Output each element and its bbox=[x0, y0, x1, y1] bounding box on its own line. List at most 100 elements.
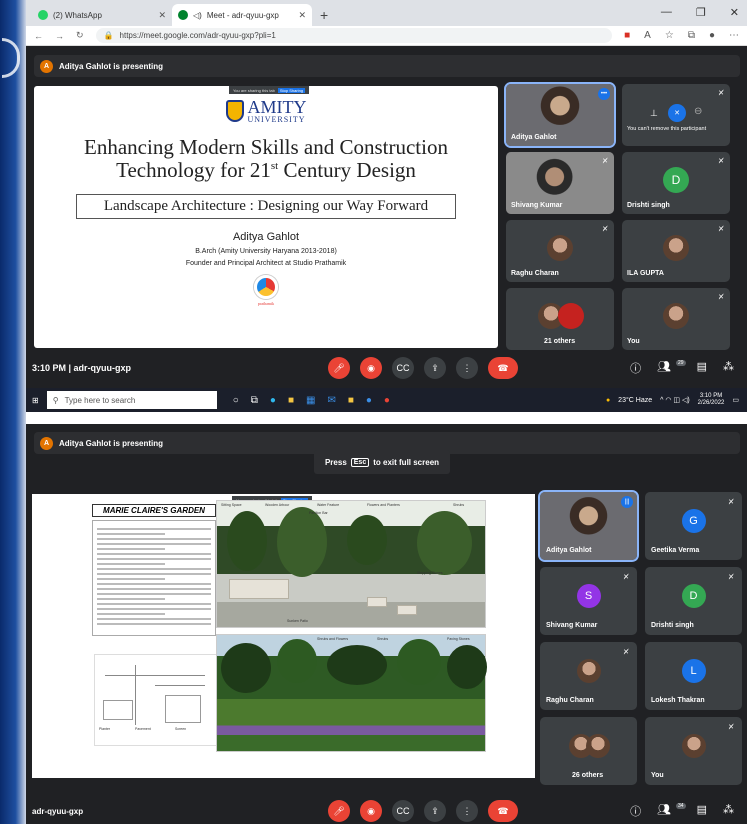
profile-icon[interactable]: ● bbox=[709, 30, 715, 41]
calendar-icon[interactable]: ▦ bbox=[306, 395, 315, 406]
people-icon[interactable]: 👥︎ 34 bbox=[657, 803, 686, 819]
system-clock[interactable]: 3:10 PM 2/26/2022 bbox=[698, 393, 725, 406]
sharing-text: You are sharing this tab bbox=[233, 87, 275, 93]
participant-tile[interactable]: ✕̸ G Geetika Verma bbox=[645, 492, 742, 560]
close-tab-icon[interactable]: ✕ bbox=[298, 10, 306, 21]
mic-off-icon: ✕̸ bbox=[728, 499, 734, 506]
more-options-button[interactable]: ⋮ bbox=[456, 800, 478, 822]
author-name: Aditya Gahlot bbox=[232, 231, 300, 244]
cortana-icon[interactable]: ○ bbox=[233, 395, 239, 406]
forward-icon[interactable]: → bbox=[55, 31, 64, 41]
participant-name: Raghu Charan bbox=[511, 270, 559, 277]
presenting-banner: A Aditya Gahlot is presenting bbox=[34, 55, 740, 77]
render-label: Stepping Stones bbox=[417, 571, 443, 575]
control-buttons: 🎤︎ ◉ CC ⇪ ⋮ ☎ bbox=[328, 357, 518, 379]
close-window-icon[interactable]: ✕ bbox=[730, 6, 739, 19]
leave-call-button[interactable]: ☎ bbox=[488, 800, 518, 822]
participant-avatar: L bbox=[681, 658, 706, 683]
present-button[interactable]: ⇪ bbox=[424, 800, 446, 822]
participant-tile[interactable]: ✕̸ D Drishti singh bbox=[622, 152, 730, 214]
collections-icon[interactable]: ⧉ bbox=[688, 30, 695, 41]
participant-tile[interactable]: ✕̸ ILA GUPTA bbox=[622, 220, 730, 282]
participant-grid: ||| Aditya Gahlot ✕̸ G Geetika Verma ✕̸ … bbox=[538, 490, 742, 785]
chat-icon[interactable]: ▤ bbox=[697, 360, 707, 376]
participant-tile[interactable]: L Lokesh Thakran bbox=[645, 642, 742, 710]
info-icon[interactable]: ⓘ bbox=[630, 360, 641, 376]
reader-icon[interactable]: A bbox=[644, 30, 651, 41]
participant-tile[interactable]: ✕̸ Raghu Charan bbox=[540, 642, 637, 710]
captions-button[interactable]: CC bbox=[392, 800, 414, 822]
participant-tile[interactable]: ✕̸ S Shivang Kumar bbox=[540, 567, 637, 635]
participant-tile[interactable]: ✕̸ Raghu Charan bbox=[506, 220, 614, 282]
pin-icon[interactable]: ⊥ bbox=[650, 108, 658, 119]
participant-tile[interactable]: ✕̸ Shivang Kumar bbox=[506, 152, 614, 214]
favorites-icon[interactable]: ☆ bbox=[665, 30, 674, 41]
render-label: Sitting Space bbox=[221, 503, 242, 507]
remove-icon[interactable]: ⊖ bbox=[694, 106, 702, 117]
reload-icon[interactable]: ↻ bbox=[76, 30, 84, 41]
wallpaper-logo bbox=[2, 38, 20, 78]
participant-tile[interactable]: ••• Aditya Gahlot bbox=[504, 82, 616, 148]
camera-icon[interactable]: ■ bbox=[624, 30, 630, 41]
minimize-icon[interactable]: — bbox=[661, 6, 672, 19]
meet-icon bbox=[178, 10, 188, 20]
render-label: Sunken Patio bbox=[287, 619, 308, 623]
participant-tile[interactable]: ||| Aditya Gahlot bbox=[538, 490, 639, 562]
detail-label: Screen bbox=[175, 727, 187, 731]
slide-title-line2: Technology for 21st Century Design bbox=[34, 159, 498, 182]
close-tab-icon[interactable]: ✕ bbox=[158, 10, 166, 21]
participant-tile[interactable]: 21 others bbox=[506, 288, 614, 350]
task-view-icon[interactable]: ⧉ bbox=[251, 395, 258, 406]
leave-call-button[interactable]: ☎ bbox=[488, 357, 518, 379]
teams-icon[interactable]: ● bbox=[366, 395, 372, 406]
new-tab-button[interactable]: + bbox=[320, 7, 328, 23]
tab-meet[interactable]: ◁) Meet - adr-qyuu-gxp ✕ bbox=[172, 4, 312, 26]
participant-avatar bbox=[663, 302, 689, 329]
participant-tile[interactable]: ✕̸ You bbox=[645, 717, 742, 785]
render-label: Pavilion Bar bbox=[309, 511, 328, 515]
tray-icons[interactable]: ^ ◠ ◫ ◁) bbox=[660, 396, 690, 404]
info-icon[interactable]: ⓘ bbox=[630, 803, 641, 819]
activities-icon[interactable]: ⁂ bbox=[723, 360, 734, 376]
windows-start-icon[interactable]: ⊞ bbox=[32, 396, 39, 405]
more-options-button[interactable]: ⋮ bbox=[456, 357, 478, 379]
more-icon[interactable]: ⋯ bbox=[729, 30, 739, 41]
participant-tile[interactable]: ✕̸ D Drishti singh bbox=[645, 567, 742, 635]
camera-off-button[interactable]: ◉ bbox=[360, 357, 382, 379]
participant-grid: ••• Aditya Gahlot ✕̸ ⊥ ✕ ⊖ You can't rem… bbox=[504, 82, 742, 350]
stop-sharing-button[interactable]: Stop Sharing bbox=[277, 87, 306, 93]
notes-icon[interactable]: ■ bbox=[348, 395, 354, 406]
edge-icon[interactable]: ● bbox=[270, 395, 276, 406]
weather-text: 23°C Haze bbox=[618, 396, 653, 404]
garden-title: MARIE CLAIRE'S GARDEN bbox=[92, 504, 216, 517]
meeting-controls: adr-qyuu-gxp 🎤︎ ◉ CC ⇪ ⋮ ☎ ⓘ 👥︎ 34 ▤ ⁂ bbox=[32, 798, 742, 824]
garden-render-top: Sitting Space Wooden Arbour Water Featur… bbox=[216, 500, 486, 628]
notifications-icon[interactable]: ▭ bbox=[732, 396, 739, 404]
file-explorer-icon[interactable]: ■ bbox=[288, 395, 294, 406]
more-options-icon[interactable]: ••• bbox=[598, 88, 610, 100]
tab-whatsapp[interactable]: (2) WhatsApp ✕ bbox=[32, 4, 172, 26]
restore-icon[interactable]: ❐ bbox=[696, 6, 706, 19]
participant-tile[interactable]: ✕̸ ⊥ ✕ ⊖ You can't remove this participa… bbox=[622, 84, 730, 146]
participant-tile[interactable]: 26 others bbox=[540, 717, 637, 785]
url-field[interactable]: 🔒 https://meet.google.com/adr-qyuu-gxp?p… bbox=[95, 28, 613, 43]
mute-participant-icon[interactable]: ✕ bbox=[668, 104, 686, 122]
participant-avatar: D bbox=[663, 166, 689, 193]
mic-off-icon: ✕̸ bbox=[718, 158, 724, 165]
mic-off-button[interactable]: 🎤︎ bbox=[328, 357, 350, 379]
present-button[interactable]: ⇪ bbox=[424, 357, 446, 379]
participant-tile[interactable]: ✕̸ You bbox=[622, 288, 730, 350]
hint-pre: Press bbox=[324, 457, 347, 467]
camera-off-button[interactable]: ◉ bbox=[360, 800, 382, 822]
chat-icon[interactable]: ▤ bbox=[697, 803, 707, 819]
people-count: 34 bbox=[676, 803, 686, 809]
chrome-icon[interactable]: ● bbox=[384, 395, 390, 406]
captions-button[interactable]: CC bbox=[392, 357, 414, 379]
people-icon[interactable]: 👥︎ 29 bbox=[657, 360, 686, 376]
mail-icon[interactable]: ✉ bbox=[327, 395, 335, 406]
mic-off-button[interactable]: 🎤︎ bbox=[328, 800, 350, 822]
activities-icon[interactable]: ⁂ bbox=[723, 803, 734, 819]
participant-name: Lokesh Thakran bbox=[651, 697, 705, 704]
back-icon[interactable]: ← bbox=[34, 31, 43, 41]
taskbar-search[interactable]: ⚲ Type here to search bbox=[46, 391, 217, 409]
